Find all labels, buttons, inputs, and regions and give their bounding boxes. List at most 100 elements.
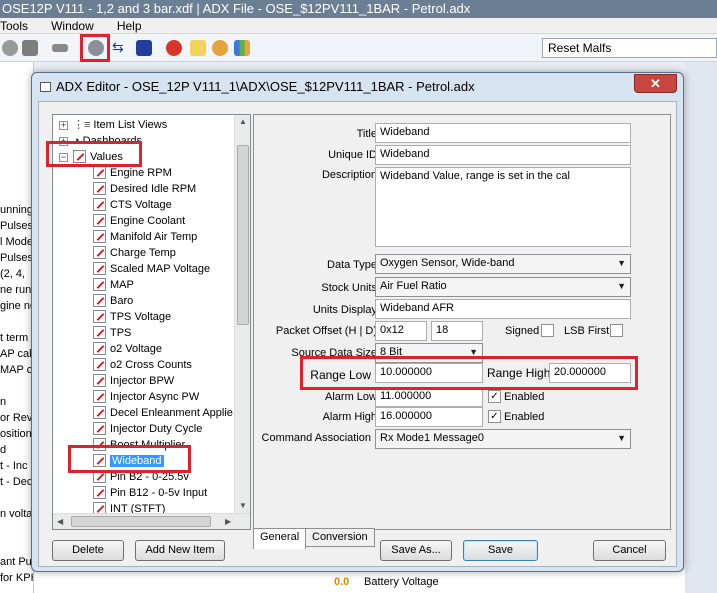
units-display-field[interactable]: Wideband AFR bbox=[375, 299, 631, 319]
scroll-up-icon[interactable]: ▲ bbox=[239, 117, 247, 126]
alarm-low-label: Alarm Low bbox=[325, 391, 377, 403]
background-list-item: MAP c bbox=[0, 364, 33, 376]
background-list-item: osition bbox=[0, 428, 32, 440]
background-bottom-row: 0.0 Battery Voltage bbox=[34, 570, 685, 593]
page-icon[interactable] bbox=[22, 40, 38, 56]
tree-item-label: o2 Cross Counts bbox=[110, 359, 192, 371]
cancel-button[interactable]: Cancel bbox=[593, 540, 666, 561]
tree-vscroll-thumb[interactable] bbox=[237, 145, 249, 325]
unique-id-field[interactable]: Wideband bbox=[375, 145, 631, 165]
tree-item-scaled-map-voltage[interactable]: Scaled MAP Voltage bbox=[93, 261, 210, 277]
add-new-item-button[interactable]: Add New Item bbox=[135, 540, 225, 561]
save-as-button[interactable]: Save As... bbox=[380, 540, 452, 561]
tree-item-label: TPS bbox=[110, 327, 132, 339]
background-list-item: n bbox=[0, 396, 7, 408]
background-list-item bbox=[0, 522, 33, 538]
alarm-high-enabled-checkbox[interactable]: ✓ bbox=[488, 410, 501, 423]
wideband-highlight bbox=[68, 445, 191, 473]
scroll-down-icon[interactable]: ▼ bbox=[239, 501, 247, 510]
value-icon bbox=[93, 229, 106, 243]
tree-item-engine-rpm[interactable]: Engine RPM bbox=[93, 165, 172, 181]
packet-offset-hex-field[interactable]: 0x12 bbox=[375, 321, 427, 341]
chip-icon[interactable] bbox=[52, 44, 68, 52]
gauge-icon[interactable] bbox=[166, 40, 182, 56]
value-icon bbox=[93, 213, 106, 227]
expand-item-list-views[interactable]: + bbox=[59, 121, 68, 130]
tree-item-label: TPS Voltage bbox=[110, 311, 172, 323]
lsb-first-checkbox[interactable] bbox=[610, 324, 623, 337]
tree-hscroll-thumb[interactable] bbox=[71, 516, 211, 527]
data-type-label: Data Type bbox=[327, 259, 377, 271]
menu-help[interactable]: Help bbox=[117, 18, 142, 34]
reset-malfs-dropdown[interactable]: Reset Malfs bbox=[542, 38, 717, 58]
close-button[interactable]: ✕ bbox=[634, 74, 677, 93]
tree-item-tps-voltage[interactable]: TPS Voltage bbox=[93, 309, 171, 325]
save-button[interactable]: Save bbox=[463, 540, 538, 561]
stock-units-label: Stock Units bbox=[321, 282, 377, 294]
background-list-item: ant Pul bbox=[0, 556, 34, 568]
tree-item-o2-cross-counts[interactable]: o2 Cross Counts bbox=[93, 357, 192, 373]
tree-item-manifold-air-temp[interactable]: Manifold Air Temp bbox=[93, 229, 197, 245]
tree-item-pin-b12-0-5v-input[interactable]: Pin B12 - 0-5v Input bbox=[93, 485, 207, 501]
background-list-item bbox=[0, 378, 33, 394]
tree-item-tps[interactable]: TPS bbox=[93, 325, 131, 341]
signed-label: Signed bbox=[505, 325, 540, 337]
value-icon bbox=[93, 405, 106, 419]
description-field[interactable]: Wideband Value, range is set in the cal bbox=[375, 167, 631, 247]
packet-offset-dec-field[interactable]: 18 bbox=[431, 321, 483, 341]
tree-item-o2-voltage[interactable]: o2 Voltage bbox=[93, 341, 162, 357]
tree-item-baro[interactable]: Baro bbox=[93, 293, 133, 309]
tree-item-label: Engine RPM bbox=[110, 167, 172, 179]
alarm-low-field[interactable]: 11.000000 bbox=[375, 387, 483, 407]
background-list-item: (2, 4, bbox=[0, 268, 26, 280]
clock-icon[interactable] bbox=[212, 40, 228, 56]
alarm-low-enabled-checkbox[interactable]: ✓ bbox=[488, 390, 501, 403]
tree-item-injector-bpw[interactable]: Injector BPW bbox=[93, 373, 174, 389]
value-icon bbox=[93, 421, 106, 435]
value-icon bbox=[93, 373, 106, 387]
record-icon[interactable] bbox=[2, 40, 18, 56]
range-highlight bbox=[300, 356, 638, 390]
tree-vertical-scrollbar[interactable]: ▲ ▼ bbox=[234, 115, 250, 515]
tab-conversion[interactable]: Conversion bbox=[305, 528, 375, 547]
background-list-item: AP calc bbox=[0, 348, 34, 360]
title-field[interactable]: Wideband bbox=[375, 123, 631, 143]
swap-arrows-icon[interactable]: ⇆ bbox=[112, 40, 128, 56]
value-icon bbox=[93, 165, 106, 179]
tree-horizontal-scrollbar[interactable]: ◀ ▶ bbox=[53, 513, 250, 529]
tree-item-label: o2 Voltage bbox=[110, 343, 162, 355]
tree-item-label: Manifold Air Temp bbox=[110, 231, 198, 243]
tree-item-map[interactable]: MAP bbox=[93, 277, 134, 293]
bar-chart-icon[interactable] bbox=[234, 40, 250, 56]
unique-id-label: Unique ID bbox=[328, 149, 377, 161]
tree-item-injector-async-pw[interactable]: Injector Async PW bbox=[93, 389, 199, 405]
tree-item-desired-idle-rpm[interactable]: Desired Idle RPM bbox=[93, 181, 196, 197]
alarm-high-field[interactable]: 16.000000 bbox=[375, 407, 483, 427]
background-list-item: for KPH bbox=[0, 572, 33, 584]
alarm-high-enabled-label: Enabled bbox=[504, 411, 545, 423]
list-arrow-icon[interactable] bbox=[136, 40, 152, 56]
battery-value: 0.0 bbox=[334, 576, 350, 588]
tree-item-decel-enleanment-applie[interactable]: Decel Enleanment Applie bbox=[93, 405, 233, 421]
menu-bar: Tools Window Help bbox=[0, 18, 717, 34]
note-icon[interactable] bbox=[190, 40, 206, 56]
values-highlight bbox=[46, 141, 142, 167]
stock-units-select[interactable]: Air Fuel Ratio bbox=[375, 277, 631, 297]
menu-tools[interactable]: Tools bbox=[0, 18, 28, 34]
delete-button[interactable]: Delete bbox=[52, 540, 124, 561]
tree-item-list-views[interactable]: ⋮≡ Item List Views bbox=[73, 117, 167, 133]
value-icon bbox=[93, 293, 106, 307]
tree-item-charge-temp[interactable]: Charge Temp bbox=[93, 245, 176, 261]
scroll-left-icon[interactable]: ◀ bbox=[57, 517, 63, 526]
tree-item-label: Scaled MAP Voltage bbox=[110, 263, 211, 275]
background-list-item bbox=[0, 314, 33, 330]
menu-window[interactable]: Window bbox=[51, 18, 94, 34]
scroll-right-icon[interactable]: ▶ bbox=[225, 517, 231, 526]
tree-item-engine-coolant[interactable]: Engine Coolant bbox=[93, 213, 185, 229]
signed-checkbox[interactable] bbox=[541, 324, 554, 337]
command-assoc-select[interactable]: Rx Mode1 Message0 bbox=[375, 429, 631, 449]
data-type-select[interactable]: Oxygen Sensor, Wide-band bbox=[375, 254, 631, 274]
tab-general[interactable]: General bbox=[253, 528, 307, 549]
tree-item-cts-voltage[interactable]: CTS Voltage bbox=[93, 197, 172, 213]
tree-item-injector-duty-cycle[interactable]: Injector Duty Cycle bbox=[93, 421, 202, 437]
